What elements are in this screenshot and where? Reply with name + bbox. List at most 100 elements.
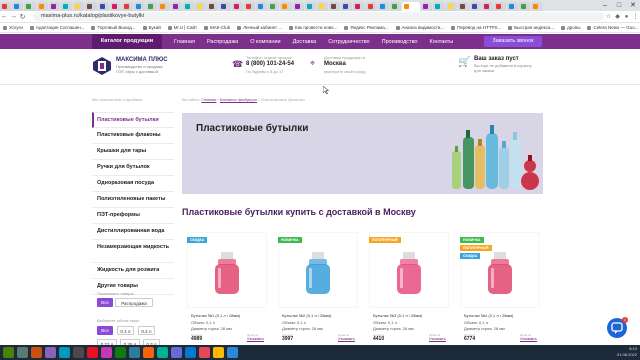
- browser-tab[interactable]: [433, 2, 445, 11]
- nav-link-home[interactable]: Главная: [174, 39, 195, 45]
- browser-tab[interactable]: [445, 2, 457, 11]
- browser-tab[interactable]: [421, 2, 433, 11]
- browser-tab[interactable]: [402, 2, 421, 11]
- taskbar-app-icon[interactable]: [31, 347, 42, 358]
- bookmark-item[interactable]: Перевод на HTTPS...: [451, 25, 501, 30]
- browser-tab[interactable]: [304, 2, 316, 11]
- bookmark-item[interactable]: Услуги: [3, 25, 23, 30]
- taskbar-app-icon[interactable]: [59, 347, 70, 358]
- maximize-icon[interactable]: □: [612, 0, 626, 11]
- product-clarify-link[interactable]: Уточнить: [429, 336, 446, 341]
- minimize-icon[interactable]: –: [598, 0, 612, 11]
- sidebar-item-preforms[interactable]: ПЭТ-преформы: [92, 208, 174, 224]
- logo-icon[interactable]: [92, 56, 112, 76]
- browser-tab[interactable]: [329, 2, 341, 11]
- taskbar-app-icon[interactable]: [157, 347, 168, 358]
- taskbar-app-icon[interactable]: [17, 347, 28, 358]
- taskbar-app-icon[interactable]: [199, 347, 210, 358]
- sidebar-item-flasks[interactable]: Пластиковые флаконы: [92, 128, 174, 144]
- product-image[interactable]: [187, 232, 267, 308]
- extension-icon[interactable]: ◆: [613, 13, 622, 20]
- nav-link-delivery[interactable]: Доставка: [293, 39, 317, 45]
- product-name[interactable]: Бутылка №2 (0,1 л / 28мм): [282, 313, 331, 318]
- browser-tab[interactable]: [280, 2, 292, 11]
- browser-tab[interactable]: [518, 2, 530, 11]
- sidebar-item-bags[interactable]: Полиэтиленовые пакеты: [92, 192, 174, 208]
- sidebar-item-bottles[interactable]: Пластиковые бутылки: [92, 112, 174, 128]
- browser-tab[interactable]: [36, 2, 48, 11]
- browser-tab[interactable]: [85, 2, 97, 11]
- breadcrumb-home[interactable]: Главная: [201, 97, 216, 102]
- browser-tab[interactable]: [207, 2, 219, 11]
- browser-tab[interactable]: [219, 2, 231, 11]
- taskbar-app-icon[interactable]: [73, 347, 84, 358]
- menu-icon[interactable]: ⋮: [631, 13, 640, 20]
- bookmark-item[interactable]: дропы: [561, 25, 580, 30]
- bookmark-item[interactable]: Адаптация Соглашен...: [29, 25, 84, 30]
- product-name[interactable]: Бутылка №1 (0,1 л / 28мм): [191, 313, 240, 318]
- volume-all-button[interactable]: Все: [97, 326, 113, 335]
- browser-tab[interactable]: [353, 2, 365, 11]
- volume-0-1-button[interactable]: 0.1 л: [117, 326, 134, 335]
- product-card[interactable]: НОВИНКА Бутылка №2 (0,1 л / 28мм) Объем: 0…: [278, 232, 358, 360]
- bookmark-item[interactable]: Celera News — Goo...: [587, 25, 638, 30]
- catalog-button[interactable]: Каталог продукции: [92, 34, 162, 49]
- product-name[interactable]: Бутылка №4 (0,1 л / 28мм): [464, 313, 513, 318]
- nav-link-production[interactable]: Производство: [382, 39, 418, 45]
- browser-tab[interactable]: [482, 2, 494, 11]
- browser-tab[interactable]: [530, 2, 543, 11]
- nav-link-sale[interactable]: Распродажа: [207, 39, 238, 45]
- browser-tab[interactable]: [97, 2, 109, 11]
- url-input[interactable]: maxima-plus.ru/katalog/plastikovye-butyl…: [33, 12, 604, 21]
- brand-name[interactable]: МАКСИМА ПЛЮС: [116, 57, 168, 63]
- product-image[interactable]: [369, 232, 449, 308]
- sidebar-item-antifreeze[interactable]: Незамерзающая жидкость: [92, 240, 174, 263]
- taskbar-app-icon[interactable]: [143, 347, 154, 358]
- sidebar-item-distilled-water[interactable]: Дистиллированная вода: [92, 224, 174, 240]
- browser-tab[interactable]: [316, 2, 329, 11]
- forward-icon[interactable]: →: [9, 13, 18, 20]
- chat-widget-button[interactable]: 1: [607, 317, 628, 338]
- system-tray-clock[interactable]: 8:10 01.08.2022: [617, 346, 637, 358]
- browser-tab[interactable]: [182, 2, 194, 11]
- browser-tab[interactable]: [243, 2, 255, 11]
- bookmark-item[interactable]: Личный кабинет ...: [237, 25, 282, 30]
- browser-tab[interactable]: [134, 2, 146, 11]
- browser-tab[interactable]: [24, 2, 36, 11]
- browser-tab[interactable]: [268, 2, 280, 11]
- product-card[interactable]: НОВИНКА ПОПУЛЯРНЫЙ СКИДКА Бутылка №4 (0,1 л…: [460, 232, 540, 360]
- product-clarify-link[interactable]: Уточнить: [247, 336, 264, 341]
- browser-tab[interactable]: [390, 2, 402, 11]
- browser-tab[interactable]: [255, 2, 268, 11]
- taskbar-app-icon[interactable]: [171, 347, 182, 358]
- bookmark-item[interactable]: Яндекс Реклама...: [344, 25, 389, 30]
- taskbar-app-icon[interactable]: [87, 347, 98, 358]
- filter-all-button[interactable]: Все: [97, 298, 113, 307]
- product-image[interactable]: [460, 232, 540, 308]
- bookmark-item[interactable]: Mi U | Сайт: [167, 25, 197, 30]
- taskbar-app-icon[interactable]: [115, 347, 126, 358]
- bookmark-item[interactable]: Анализ видимости...: [395, 25, 444, 30]
- sidebar-item-handles[interactable]: Ручки для бутылок: [92, 160, 174, 176]
- cart-title[interactable]: Ваш заказ пуст: [474, 56, 519, 62]
- sidebar-item-caps[interactable]: Крышки для тары: [92, 144, 174, 160]
- taskbar-app-icon[interactable]: [213, 347, 224, 358]
- call-order-button[interactable]: Заказать звонок: [484, 36, 542, 47]
- breadcrumb-catalog[interactable]: Каталог продукции: [220, 97, 257, 102]
- product-card[interactable]: СКИДКА Бутылка №1 (0,1 л / 28мм) Объем: 0,…: [187, 232, 267, 360]
- browser-tab[interactable]: [494, 2, 506, 11]
- browser-tab[interactable]: [377, 2, 389, 11]
- nav-link-contacts[interactable]: Контакты: [430, 39, 454, 45]
- city-name[interactable]: Москва: [324, 61, 346, 67]
- browser-tab[interactable]: [146, 2, 158, 11]
- product-image[interactable]: [278, 232, 358, 308]
- reload-icon[interactable]: ↻: [18, 13, 27, 21]
- filter-sale-button[interactable]: Распродажа: [115, 298, 153, 307]
- sidebar-item-tableware[interactable]: Одноразовая посуда: [92, 176, 174, 192]
- bookmark-item[interactable]: Букай: [142, 25, 161, 30]
- browser-tab[interactable]: [158, 2, 170, 11]
- browser-tab[interactable]: [109, 2, 121, 11]
- browser-tab[interactable]: [231, 2, 243, 11]
- start-menu-icon[interactable]: [227, 347, 238, 358]
- cart-icon[interactable]: 🛒: [458, 57, 470, 68]
